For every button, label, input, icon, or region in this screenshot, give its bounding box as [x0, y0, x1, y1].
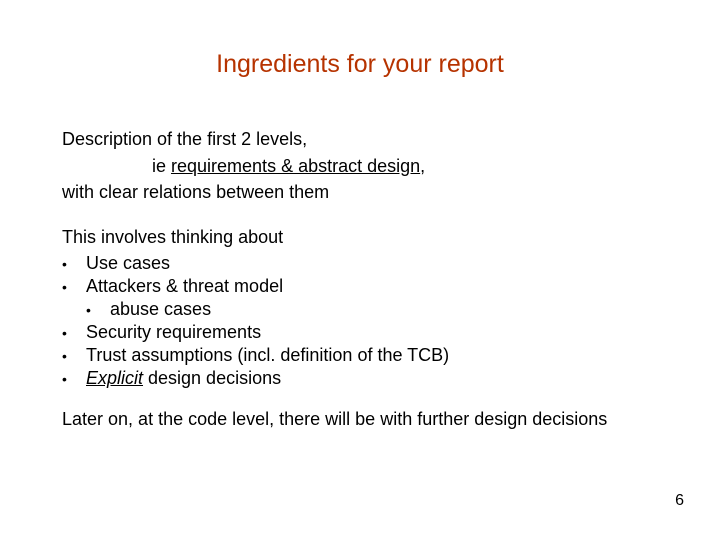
closing-line: Later on, at the code level, there will …: [62, 408, 662, 431]
bullet-dot-icon: •: [62, 345, 86, 367]
slide-body: Description of the first 2 levels, ie re…: [62, 128, 662, 435]
slide: Ingredients for your report Description …: [0, 0, 720, 540]
intro-line-2-post: ,: [420, 156, 425, 176]
bullet-item: • Trust assumptions (incl. definition of…: [62, 344, 662, 367]
bullet-item: • Attackers & threat model: [62, 275, 662, 298]
intro-line-2: ie requirements & abstract design,: [62, 155, 662, 178]
intro-line-1: Description of the first 2 levels,: [62, 128, 662, 151]
bullet-text: Use cases: [86, 252, 662, 275]
page-number: 6: [675, 492, 684, 510]
bullet-item: • Security requirements: [62, 321, 662, 344]
intro-line-2-pre: ie: [152, 156, 171, 176]
bullet-text: Trust assumptions (incl. definition of t…: [86, 344, 662, 367]
bullet-dot-icon: •: [62, 322, 86, 344]
slide-title: Ingredients for your report: [0, 50, 720, 79]
sub-bullet-item: • abuse cases: [62, 298, 662, 321]
bullet-dot-icon: •: [62, 368, 86, 390]
intro-line-3: with clear relations between them: [62, 181, 662, 204]
bullet-dot-icon: •: [62, 276, 86, 298]
explicit-rest: design decisions: [143, 368, 281, 388]
explicit-word: Explicit: [86, 368, 143, 388]
bullet-dot-icon: •: [86, 299, 110, 321]
bullet-text: Security requirements: [86, 321, 662, 344]
involves-heading: This involves thinking about: [62, 226, 662, 249]
bullet-item: • Use cases: [62, 252, 662, 275]
bullet-item: • Explicit design decisions: [62, 367, 662, 390]
intro-line-2-underlined: requirements & abstract design: [171, 156, 420, 176]
sub-bullet-text: abuse cases: [110, 298, 662, 321]
bullet-dot-icon: •: [62, 253, 86, 275]
bullet-text: Attackers & threat model: [86, 275, 662, 298]
bullet-text: Explicit design decisions: [86, 367, 662, 390]
